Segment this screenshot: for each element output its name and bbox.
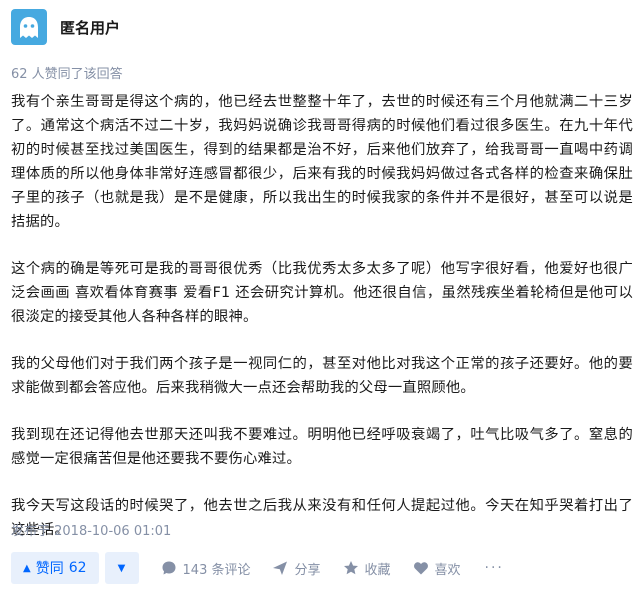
share-button[interactable]: 分享 [272, 559, 321, 578]
action-bar: ▲ 赞同 62 ▼ 143 条评论 分享 收藏 喜欢 ··· [11, 552, 504, 584]
answer-paragraph: 我的父母他们对于我们两个孩子是一视同仁的，甚至对他比对我这个正常的孩子还要好。他… [11, 356, 633, 396]
collect-button[interactable]: 收藏 [343, 559, 391, 578]
upvote-button[interactable]: ▲ 赞同 62 [11, 552, 99, 584]
more-button[interactable]: ··· [485, 560, 504, 576]
answer-paragraph: 我有个亲生哥哥是得这个病的，他已经去世整整十年了，去世的时候还有三个月他就满二十… [11, 94, 633, 230]
author-name[interactable]: 匿名用户 [60, 17, 120, 38]
like-button[interactable]: 喜欢 [413, 559, 461, 578]
answer-paragraph: 这个病的确是等死可是我的哥哥很优秀（比我优秀太多太多了呢）他写字很好看，他爱好也… [11, 261, 633, 325]
star-icon [343, 560, 359, 576]
triangle-up-icon: ▲ [23, 562, 31, 574]
answer-header: 匿名用户 [11, 9, 120, 45]
like-label: 喜欢 [434, 562, 461, 578]
share-icon [272, 560, 288, 576]
vote-summary[interactable]: 62 人赞同了该回答 [11, 63, 123, 82]
collect-label: 收藏 [364, 562, 391, 578]
comment-count: 143 条评论 [182, 562, 251, 578]
upvote-count: 62 [68, 560, 87, 576]
answer-content: 我有个亲生哥哥是得这个病的，他已经去世整整十年了，去世的时候还有三个月他就满二十… [11, 90, 633, 565]
answer-paragraph: 我到现在还记得他去世那天还叫我不要难过。明明他已经呼吸衰竭了，吐气比吸气多了。窒… [11, 427, 633, 467]
triangle-down-icon: ▼ [117, 562, 126, 574]
comment-button[interactable]: 143 条评论 [161, 559, 251, 578]
anonymous-ghost-icon [20, 17, 38, 38]
comment-icon [161, 560, 177, 576]
publish-time[interactable]: 发布于 2018-10-06 01:01 [11, 520, 171, 539]
upvote-label: 赞同 [35, 561, 64, 577]
share-label: 分享 [294, 562, 321, 578]
avatar[interactable] [11, 9, 47, 45]
heart-icon [413, 560, 429, 576]
downvote-button[interactable]: ▼ [104, 552, 139, 584]
